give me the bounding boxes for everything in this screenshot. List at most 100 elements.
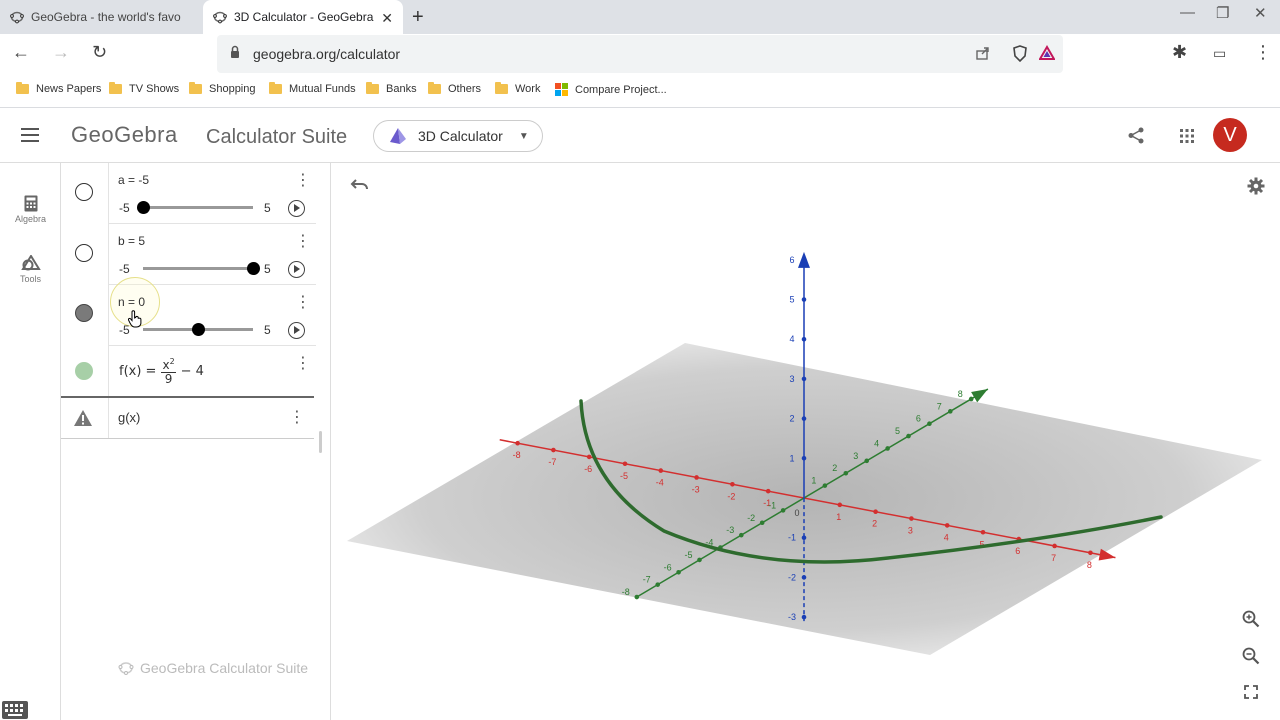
bookmark-compare-project[interactable]: Compare Project... [555, 83, 667, 96]
bookmark-banks[interactable]: Banks [366, 82, 417, 95]
bookmark-label: Banks [386, 83, 417, 95]
y-axis-tick [864, 458, 869, 464]
slider-min: -5 [119, 201, 130, 215]
algebra-row-function-f[interactable]: f(x) = x2 9 − 4 ⋮ [61, 346, 316, 396]
y-axis-tick-label: -6 [664, 562, 672, 572]
wallet-icon[interactable]: ▭ [1213, 45, 1226, 62]
bookmark-tv-shows[interactable]: TV Shows [109, 82, 179, 95]
slider-handle[interactable] [247, 262, 260, 275]
z-axis-tick [801, 456, 807, 461]
zoom-out-icon[interactable] [1242, 647, 1260, 665]
scene-canvas[interactable]: -8-7-6-5-4-3-2-112345678-8-7-6-5-4-3-2-1… [332, 163, 1280, 720]
suite-title: Calculator Suite [206, 126, 348, 148]
tab-3d-calculator[interactable]: 3D Calculator - GeoGebra ✕ [203, 0, 403, 34]
row-separator [108, 163, 109, 223]
apps-grid-icon[interactable] [1180, 129, 1194, 143]
y-axis-arrow [971, 389, 988, 403]
algebra-input-row[interactable]: g(x) ⋮ [61, 398, 316, 438]
browser-menu-icon[interactable]: ⋮ [1254, 42, 1272, 63]
new-tab-icon[interactable]: + [412, 6, 424, 29]
window-close-icon[interactable]: ✕ [1254, 4, 1267, 22]
keyboard-icon[interactable] [2, 701, 28, 719]
y-axis-tick-label: -8 [622, 587, 630, 597]
fraction: x2 9 [161, 357, 176, 385]
rail-tools[interactable]: Tools [0, 254, 61, 284]
y-axis-tick-label: 7 [937, 401, 942, 411]
restore-icon[interactable]: ❐ [1216, 4, 1229, 22]
bookmark-mutual-funds[interactable]: Mutual Funds [269, 82, 356, 95]
play-animation-icon[interactable] [288, 261, 305, 278]
reload-icon[interactable]: ↻ [92, 42, 107, 63]
visibility-toggle[interactable] [75, 362, 93, 380]
address-bar[interactable]: geogebra.org/calculator [217, 35, 1063, 73]
graphics-3d-view[interactable]: -8 -7 -6 -5 -4 -3 -2 -1 1 2 3 4 5 6 7 8 -8 -7 -6 -5 -4 -3 -2 -1… [332, 163, 1280, 720]
y-axis-tick-label: -2 [747, 513, 755, 523]
rail-algebra[interactable]: Algebra [0, 195, 61, 224]
visibility-toggle[interactable] [75, 304, 93, 322]
x-axis-tick [551, 447, 556, 453]
bookmark-others[interactable]: Others [428, 82, 481, 95]
tab-label: 3D Calculator - GeoGebra [234, 10, 374, 24]
slider-max: 5 [264, 323, 271, 337]
more-options-icon[interactable]: ⋮ [295, 173, 311, 189]
calculator-name: 3D Calculator [418, 128, 503, 144]
z-axis-tick-label: 2 [789, 414, 794, 424]
algebra-row-slider-a[interactable]: a = -5 ⋮ -5 5 [61, 163, 316, 224]
slider-definition[interactable]: n = 0 [118, 295, 145, 309]
input-text[interactable]: g(x) [118, 410, 140, 425]
x-axis-tick-label: -6 [584, 464, 592, 474]
slider-handle[interactable] [192, 323, 205, 336]
z-axis-tick-label: -2 [788, 572, 796, 582]
play-animation-icon[interactable] [288, 322, 305, 339]
algebra-row-slider-b[interactable]: b = 5 ⋮ -5 5 [61, 224, 316, 285]
function-definition[interactable]: f(x) = x2 9 − 4 [119, 357, 204, 385]
slider-track[interactable] [143, 206, 253, 209]
share-page-icon[interactable] [975, 45, 991, 61]
visibility-toggle[interactable] [75, 244, 93, 262]
bookmark-work[interactable]: Work [495, 82, 541, 95]
slider-definition[interactable]: b = 5 [118, 234, 145, 248]
brave-shield-icon[interactable] [1012, 45, 1028, 62]
z-axis-tick-label: 4 [789, 334, 794, 344]
visibility-toggle[interactable] [75, 183, 93, 201]
slider-definition[interactable]: a = -5 [118, 173, 149, 187]
calculator-selector[interactable]: 3D Calculator ▼ [373, 120, 543, 152]
slider-handle[interactable] [137, 201, 150, 214]
slider-max: 5 [264, 201, 271, 215]
bookmark-shopping[interactable]: Shopping [189, 82, 256, 95]
minimize-icon[interactable]: — [1180, 4, 1195, 21]
x-axis-tick-label: -7 [548, 457, 556, 467]
resize-handle[interactable] [319, 431, 322, 453]
extensions-puzzle-icon[interactable]: ✱ [1172, 42, 1187, 63]
more-options-icon[interactable]: ⋮ [295, 356, 311, 372]
play-animation-icon[interactable] [288, 200, 305, 217]
forward-arrow-icon[interactable]: → [52, 42, 70, 63]
bookmark-news-papers[interactable]: News Papers [16, 82, 101, 95]
zoom-in-icon[interactable] [1242, 610, 1260, 628]
user-avatar[interactable]: V [1213, 118, 1247, 152]
fullscreen-icon[interactable] [1244, 685, 1258, 699]
close-tab-icon[interactable]: ✕ [381, 10, 393, 27]
more-options-icon[interactable]: ⋮ [295, 234, 311, 250]
browser-tab-bar: GeoGebra - the world's favorite, free m … [0, 0, 1280, 34]
slider-track[interactable] [143, 267, 253, 270]
tab-geogebra-home[interactable]: GeoGebra - the world's favorite, free m [0, 0, 203, 34]
z-axis-tick-label: 3 [789, 374, 794, 384]
y-axis-tick [634, 594, 640, 600]
share-icon[interactable] [1128, 127, 1145, 144]
geogebra-logo[interactable]: GeoGebra [71, 122, 178, 148]
z-axis-tick [801, 376, 807, 382]
x-axis-tick-label: 7 [1051, 553, 1056, 563]
brave-rewards-icon[interactable] [1039, 45, 1055, 61]
back-arrow-icon[interactable]: ← [12, 42, 30, 63]
algebra-row-slider-n[interactable]: n = 0 ⋮ -5 5 [61, 277, 316, 346]
more-options-icon[interactable]: ⋮ [289, 410, 305, 426]
folder-icon [428, 82, 441, 94]
hamburger-menu-icon[interactable] [21, 128, 39, 142]
more-options-icon[interactable]: ⋮ [295, 295, 311, 311]
bookmark-label: Work [515, 83, 541, 95]
y-axis-tick [697, 557, 702, 563]
geogebra-favicon-icon [213, 11, 227, 24]
z-axis-tick [801, 614, 807, 620]
y-axis-tick-label: 8 [958, 389, 963, 399]
